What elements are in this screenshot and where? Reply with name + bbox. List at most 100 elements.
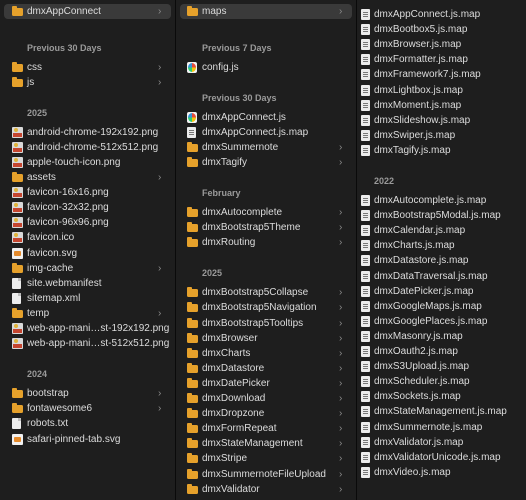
file-row[interactable]: dmxGooglePlaces.js.map [361, 314, 522, 329]
folder-row[interactable]: dmxDropzone › [180, 406, 352, 421]
item-name: bootstrap [27, 388, 69, 400]
folder-row[interactable]: dmxBootstrap5Theme › [180, 220, 352, 235]
file-row[interactable]: android-chrome-192x192.png [4, 125, 171, 140]
file-row[interactable]: dmxGoogleMaps.js.map [361, 299, 522, 314]
image-file-icon [12, 156, 23, 168]
column-header-dmxappconnect[interactable]: dmxAppConnect › [4, 4, 171, 19]
folder-row[interactable]: css › [4, 60, 171, 75]
column-dmxappconnect[interactable]: dmxAppConnect › Previous 30 Days css › js › 2… [0, 0, 175, 500]
item-name: dmxDatePicker.js.map [374, 285, 474, 297]
file-row[interactable]: dmxSwiper.js.map [361, 128, 522, 143]
finder-column-browser: dmxAppConnect › Previous 30 Days css › js › 2… [0, 0, 526, 500]
file-row[interactable]: dmxVideo.js.map [361, 465, 522, 480]
file-row[interactable]: favicon-96x96.png [4, 215, 171, 230]
map-file-icon [361, 406, 370, 418]
file-row[interactable]: dmxDatePicker.js.map [361, 284, 522, 299]
file-row[interactable]: dmxLightbox.js.map [361, 83, 522, 98]
chevron-right-icon: › [339, 377, 343, 389]
file-row[interactable]: config.js [180, 60, 352, 75]
file-row[interactable]: site.webmanifest [4, 276, 171, 291]
file-row[interactable]: apple-touch-icon.png [4, 155, 171, 170]
file-row[interactable]: dmxMasonry.js.map [361, 329, 522, 344]
item-name: dmxCharts.js.map [374, 240, 455, 252]
chevron-right-icon: › [339, 207, 343, 218]
item-name: safari-pinned-tab.svg [27, 433, 121, 445]
item-name: dmxMoment.js.map [374, 99, 462, 111]
folder-row[interactable]: dmxBootstrap5Collapse › [180, 285, 352, 300]
javascript-file-icon [187, 61, 197, 73]
map-file-icon [361, 240, 370, 252]
file-row[interactable]: dmxMoment.js.map [361, 98, 522, 113]
folder-row[interactable]: dmxDownload › [180, 391, 352, 406]
file-row[interactable]: dmxScheduler.js.map [361, 374, 522, 389]
file-row[interactable]: android-chrome-512x512.png [4, 140, 171, 155]
file-row[interactable]: dmxAppConnect.js.map [361, 7, 522, 22]
folder-row[interactable]: dmxValidator › [180, 482, 352, 497]
file-row[interactable]: web-app-mani…st-192x192.png [4, 321, 171, 336]
folder-row[interactable]: dmxCharts › [180, 346, 352, 361]
file-row[interactable]: dmxCalendar.js.map [361, 223, 522, 238]
file-row[interactable]: dmxFramework7.js.map [361, 67, 522, 82]
file-row[interactable]: dmxAppConnect.js.map [180, 125, 352, 140]
file-row[interactable]: dmxAppConnect.js [180, 110, 352, 125]
folder-row[interactable]: dmxSummernote › [180, 140, 352, 155]
file-row[interactable]: dmxDatastore.js.map [361, 253, 522, 268]
file-row[interactable]: dmxSockets.js.map [361, 389, 522, 404]
file-row[interactable]: dmxAutocomplete.js.map [361, 193, 522, 208]
folder-row[interactable]: fontawesome6 › [4, 401, 171, 416]
file-row[interactable]: favicon-32x32.png [4, 200, 171, 215]
item-name: fontawesome6 [27, 403, 93, 415]
file-row[interactable]: favicon.svg [4, 246, 171, 261]
image-file-icon [12, 323, 23, 334]
file-row[interactable]: safari-pinned-tab.svg [4, 432, 171, 447]
file-row[interactable]: dmxValidatorUnicode.js.map [361, 450, 522, 465]
column-maps[interactable]: maps › Previous 7 Days config.js Previous … [176, 0, 356, 500]
folder-row[interactable]: dmxTagify › [180, 155, 352, 170]
folder-row[interactable]: dmxFormRepeat › [180, 421, 352, 436]
item-name: dmxFramework7.js.map [374, 69, 481, 81]
folder-row[interactable]: dmxStateManagement › [180, 436, 352, 451]
file-row[interactable]: dmxSummernote.js.map [361, 420, 522, 435]
folder-row[interactable]: dmxBootstrap5Tooltips › [180, 316, 352, 331]
file-row[interactable]: favicon.ico [4, 230, 171, 245]
file-row[interactable]: dmxBrowser.js.map [361, 37, 522, 52]
folder-row[interactable]: dmxStripe › [180, 451, 352, 466]
file-row[interactable]: dmxBootstrap5Modal.js.map [361, 208, 522, 223]
file-row[interactable]: sitemap.xml [4, 291, 171, 306]
folder-row[interactable]: temp › [4, 306, 171, 321]
file-row[interactable]: dmxBootbox5.js.map [361, 22, 522, 37]
folder-row[interactable]: dmxAutocomplete › [180, 205, 352, 220]
folder-row[interactable]: dmxSummernoteFileUpload › [180, 467, 352, 482]
folder-row[interactable]: dmxBrowser › [180, 331, 352, 346]
folder-icon [187, 362, 198, 373]
item-name: dmxAppConnect.js.map [374, 9, 481, 20]
folder-row[interactable]: bootstrap › [4, 386, 171, 401]
file-row[interactable]: dmxSlideshow.js.map [361, 113, 522, 128]
file-row[interactable]: dmxS3Upload.js.map [361, 359, 522, 374]
folder-row[interactable]: dmxDatastore › [180, 361, 352, 376]
folder-row[interactable]: dmxRouting › [180, 235, 352, 250]
file-row[interactable]: web-app-mani…st-512x512.png [4, 336, 171, 351]
column-header-maps[interactable]: maps › [180, 4, 352, 19]
folder-row[interactable]: js › [4, 75, 171, 90]
item-name: sitemap.xml [27, 292, 81, 304]
map-file-icon [361, 436, 370, 448]
folder-row[interactable]: img-cache › [4, 261, 171, 276]
file-row[interactable]: robots.txt [4, 416, 171, 431]
file-row[interactable]: dmxOauth2.js.map [361, 344, 522, 359]
folder-row[interactable]: assets › [4, 170, 171, 185]
map-file-icon [361, 255, 370, 267]
file-row[interactable]: dmxStateManagement.js.map [361, 404, 522, 419]
file-row[interactable]: dmxFormatter.js.map [361, 52, 522, 67]
file-row[interactable]: favicon-16x16.png [4, 185, 171, 200]
file-row[interactable]: dmxValidator.js.map [361, 435, 522, 450]
file-row[interactable]: dmxDataTraversal.js.map [361, 269, 522, 284]
folder-row[interactable]: dmxDatePicker › [180, 376, 352, 391]
folder-row[interactable]: dmxBootstrap5Navigation › [180, 300, 352, 315]
map-file-icon [187, 126, 196, 138]
file-row[interactable]: dmxTagify.js.map [361, 143, 522, 158]
file-row[interactable]: dmxCharts.js.map [361, 238, 522, 253]
column-files[interactable]: dmxAppConnect.js.map dmxBootbox5.js.map dm… [357, 0, 526, 500]
map-file-icon [361, 330, 370, 342]
folder-name: maps [202, 6, 227, 17]
